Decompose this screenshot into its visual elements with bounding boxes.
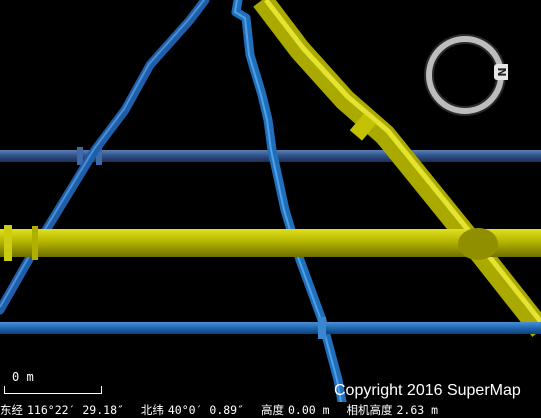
camera-height-value: 2.63 m (396, 403, 439, 417)
copyright-text: Copyright 2016 SuperMap (334, 382, 521, 399)
altitude-label: 高度 (260, 403, 284, 417)
pipe-joint (4, 225, 12, 261)
compass-letter: N (495, 67, 508, 76)
status-bar: 东经 116°22′ 29.18″ 北纬 40°0′ 0.89″ 高度 0.00 m … (0, 402, 541, 418)
pipe-junction (458, 228, 498, 260)
scale-bar (4, 386, 102, 394)
pipe-joint (32, 226, 38, 260)
pipe-horizontal-near[interactable] (0, 322, 541, 334)
compass-icon[interactable]: N (422, 32, 508, 118)
longitude-value: 116°22′ 29.18″ (27, 403, 124, 417)
latitude-value: 40°0′ 0.89″ (167, 403, 245, 417)
pipe-joint (318, 317, 326, 339)
longitude-label: 东经 (0, 403, 23, 417)
scale-label: 0 m (12, 370, 34, 384)
camera-height-label: 相机高度 (346, 403, 393, 417)
latitude-label: 北纬 (140, 403, 164, 417)
pipe-joint (77, 147, 83, 165)
altitude-value: 0.00 m (287, 403, 330, 417)
